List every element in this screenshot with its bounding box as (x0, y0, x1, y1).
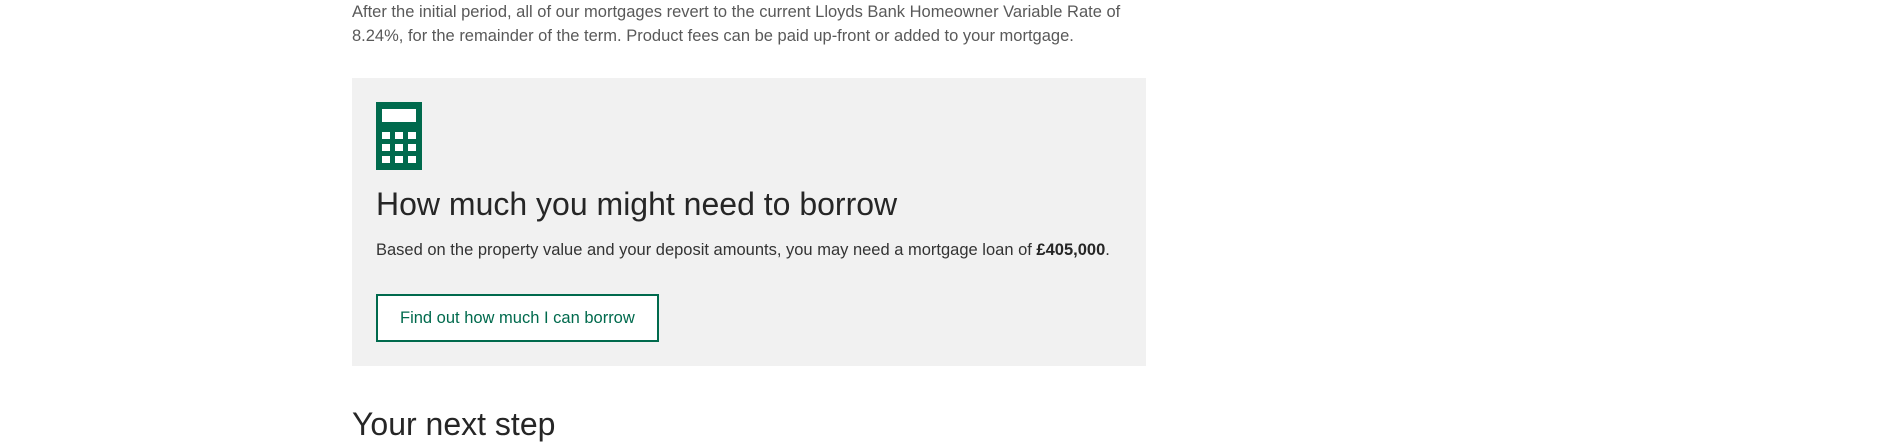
borrow-estimate-text: Based on the property value and your dep… (376, 238, 1110, 262)
borrow-panel: How much you might need to borrow Based … (352, 78, 1146, 366)
calculator-icon (376, 102, 422, 170)
main-content: After the initial period, all of our mor… (352, 0, 1146, 442)
borrow-panel-title: How much you might need to borrow (376, 186, 898, 222)
borrow-estimate-prefix: Based on the property value and your dep… (376, 241, 1037, 259)
next-step-heading: Your next step (352, 406, 556, 442)
borrow-estimate-suffix: . (1105, 241, 1110, 259)
find-out-how-much-button[interactable]: Find out how much I can borrow (376, 294, 659, 342)
loan-amount: £405,000 (1036, 241, 1106, 259)
variable-rate-info: After the initial period, all of our mor… (352, 3, 1121, 45)
